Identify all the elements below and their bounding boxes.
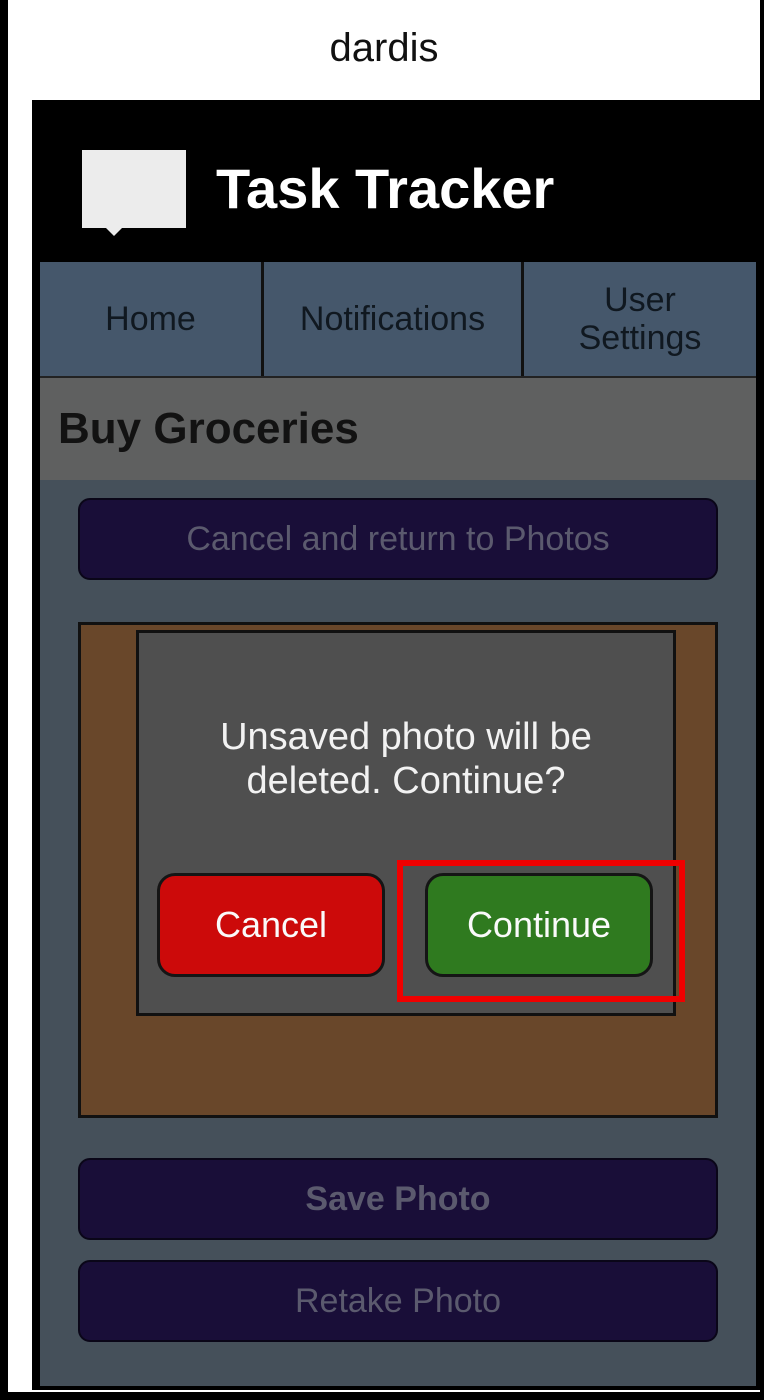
tab-home[interactable]: Home [40,262,264,376]
tab-user-settings[interactable]: User Settings [524,262,756,376]
speech-bubble-logo-icon [82,150,186,228]
continue-highlight-box [397,860,685,1002]
page-title: Buy Groceries [58,404,359,453]
app-title: Task Tracker [216,157,555,220]
tab-notifications[interactable]: Notifications [264,262,524,376]
dialog-cancel-button[interactable]: Cancel [157,873,385,977]
save-photo-button[interactable]: Save Photo [78,1158,718,1240]
nav-tabs: Home Notifications User Settings [40,262,756,376]
phone-screen: Task Tracker Home Notifications User Set… [32,100,762,1390]
app-header: Task Tracker [32,100,762,262]
page-title-bar: Buy Groceries [40,376,756,480]
retake-photo-button[interactable]: Retake Photo [78,1260,718,1342]
logo-tail [104,226,124,236]
outer-frame: dardis Task Tracker Home Notifications U… [8,0,762,1392]
frame-title: dardis [329,26,439,70]
cancel-return-to-photos-button[interactable]: Cancel and return to Photos [78,498,718,580]
dialog-message: Unsaved photo will be deleted. Continue? [220,716,592,802]
